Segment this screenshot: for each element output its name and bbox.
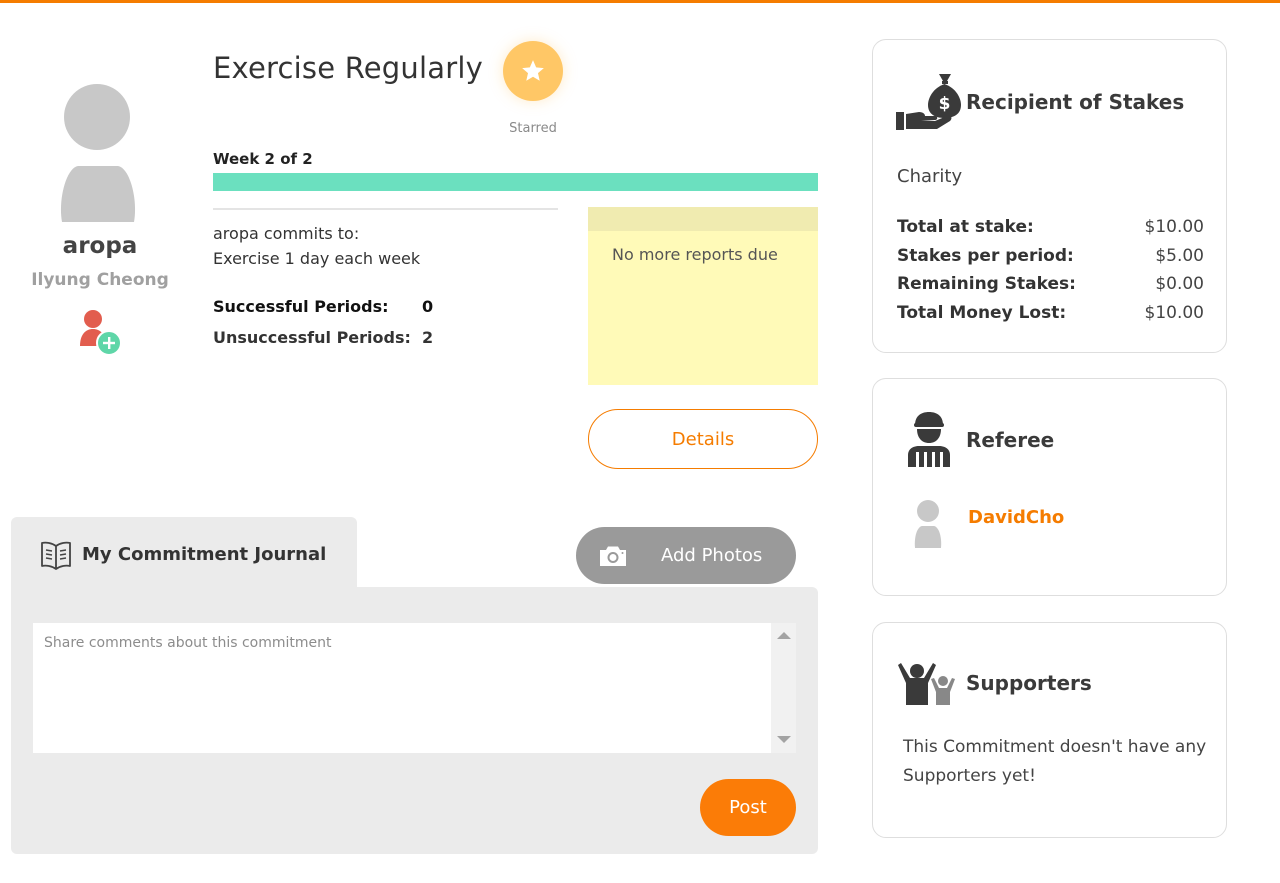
successful-periods-value: 0	[422, 297, 434, 316]
progress-fill	[213, 173, 818, 191]
add-photos-label: Add Photos	[661, 545, 763, 566]
supporters-title: Supporters	[966, 671, 1092, 695]
report-note: No more reports due	[588, 207, 818, 385]
commitment-title: Exercise Regularly	[213, 51, 483, 85]
stakes-card: $ Recipient of Stakes Charity Total at s…	[872, 39, 1227, 353]
username: aropa	[62, 233, 138, 259]
starred-label: Starred	[509, 121, 557, 136]
stakes-row-value: $10.00	[1144, 217, 1204, 237]
unsuccessful-periods-value: 2	[422, 328, 434, 347]
referee-name-link[interactable]: DavidCho	[968, 507, 1064, 528]
progress-bar	[213, 173, 818, 191]
stakes-row-value: $0.00	[1155, 274, 1204, 294]
details-button[interactable]: Details	[588, 409, 818, 469]
divider	[213, 208, 558, 210]
note-text: No more reports due	[612, 245, 778, 264]
stakes-row-label: Stakes per period:	[897, 245, 1074, 266]
camera-icon	[600, 546, 626, 566]
money-bag-hand-icon: $	[896, 74, 961, 130]
stakes-table: Total at stake: $10.00 Stakes per period…	[897, 217, 1204, 331]
journal-title: My Commitment Journal	[82, 544, 327, 565]
week-label: Week 2 of 2	[213, 150, 313, 168]
stakes-row-value: $5.00	[1155, 245, 1204, 266]
stakes-row-value: $10.00	[1144, 302, 1204, 323]
note-header	[588, 207, 818, 231]
post-button[interactable]: Post	[700, 779, 796, 836]
comment-input[interactable]	[33, 623, 771, 753]
stakes-row: Remaining Stakes: $0.00	[897, 274, 1204, 303]
referee-title: Referee	[966, 428, 1055, 452]
referee-card: Referee DavidCho	[872, 378, 1227, 596]
top-accent-bar	[0, 0, 1280, 3]
unsuccessful-periods-label: Unsuccessful Periods:	[213, 328, 411, 347]
successful-periods-label: Successful Periods:	[213, 297, 389, 316]
supporters-card: Supporters This Commitment doesn't have …	[872, 622, 1227, 838]
stakes-row: Total Money Lost: $10.00	[897, 303, 1204, 332]
scroll-up-arrow-icon[interactable]	[777, 632, 791, 639]
stakes-row: Stakes per period: $5.00	[897, 246, 1204, 275]
add-photos-button[interactable]: Add Photos	[576, 527, 796, 584]
successful-periods-row: Successful Periods: 0	[213, 297, 433, 316]
stakes-recipient: Charity	[897, 166, 963, 187]
commits-to-label: aropa commits to:	[213, 224, 360, 243]
unsuccessful-periods-row: Unsuccessful Periods: 2	[213, 328, 433, 347]
referee-icon	[908, 412, 950, 467]
stakes-title: Recipient of Stakes	[966, 90, 1185, 114]
full-name: Ilyung Cheong	[31, 270, 169, 290]
user-avatar-icon	[60, 84, 136, 222]
star-button[interactable]	[503, 41, 563, 101]
scroll-down-arrow-icon[interactable]	[777, 736, 791, 743]
comment-scrollbar[interactable]	[771, 623, 796, 753]
stakes-row-label: Remaining Stakes:	[897, 274, 1076, 294]
stakes-row-label: Total Money Lost:	[897, 302, 1067, 323]
commitment-description: Exercise 1 day each week	[213, 249, 421, 268]
referee-avatar-icon	[914, 500, 942, 548]
comment-box	[33, 623, 796, 753]
star-icon	[522, 60, 544, 81]
supporters-empty-text: This Commitment doesn't have any Support…	[903, 737, 1207, 786]
svg-text:$: $	[939, 94, 951, 114]
stakes-row: Total at stake: $10.00	[897, 217, 1204, 246]
stakes-row-label: Total at stake:	[897, 217, 1034, 237]
add-friend-icon[interactable]	[78, 308, 124, 356]
book-icon	[41, 541, 71, 570]
supporters-icon	[898, 663, 955, 705]
